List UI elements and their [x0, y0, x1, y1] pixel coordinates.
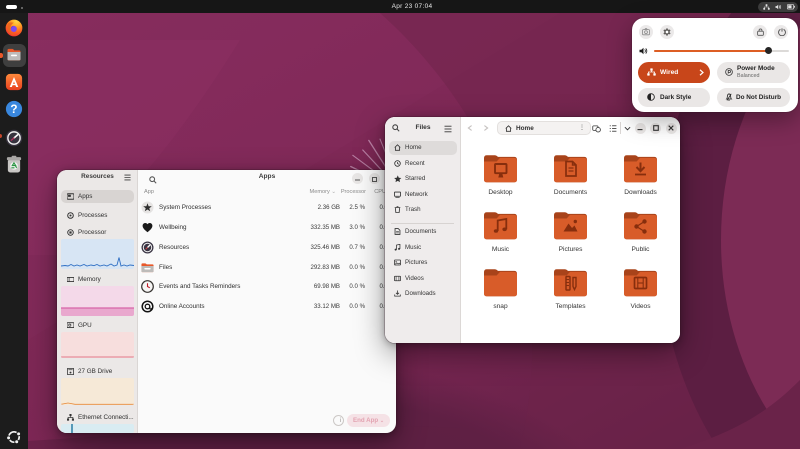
svg-text:?: ?	[10, 103, 17, 116]
